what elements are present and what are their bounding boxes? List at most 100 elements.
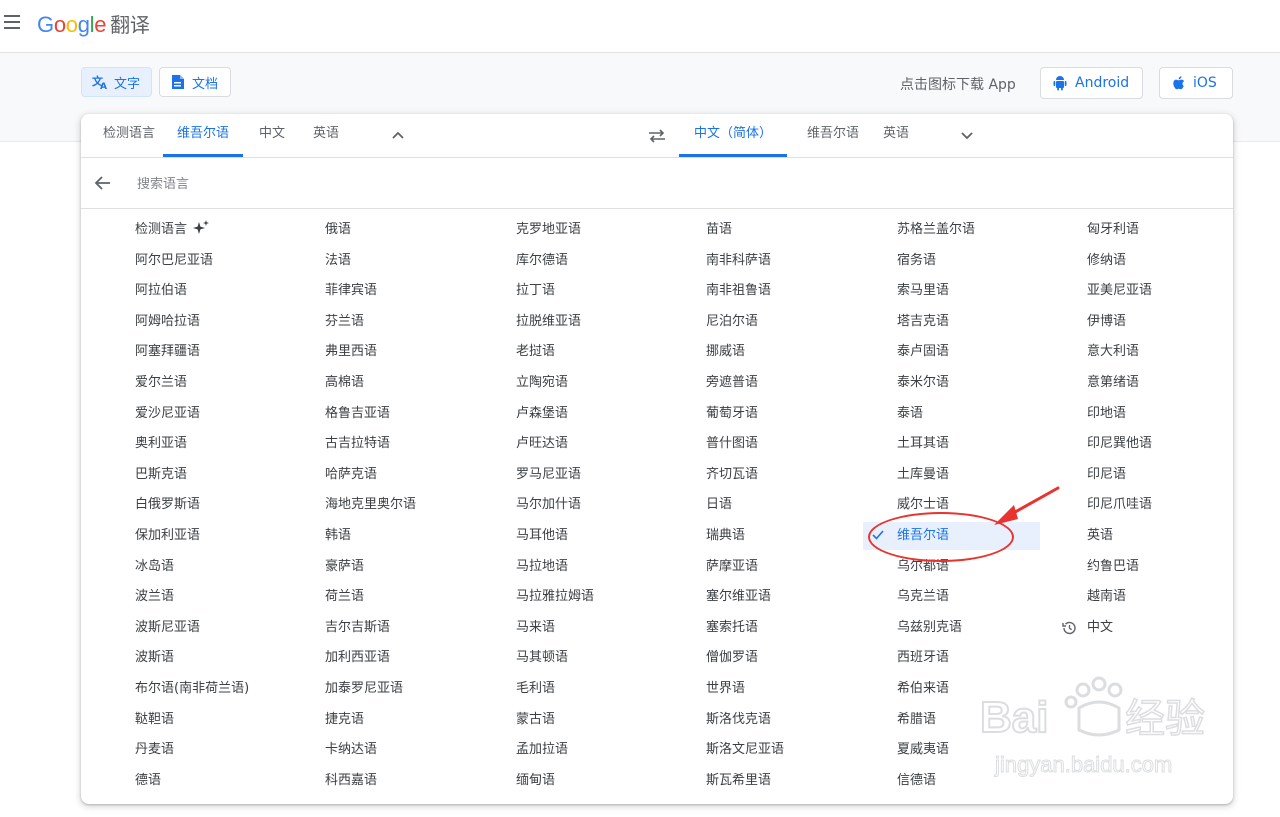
language-option[interactable]: 齐切瓦语 [706, 461, 758, 489]
language-option[interactable]: 老挝语 [516, 338, 555, 366]
language-option[interactable]: 布尔语(南非荷兰语) [135, 675, 249, 703]
language-option[interactable]: 南非科萨语 [706, 247, 771, 275]
language-option[interactable]: 阿塞拜疆语 [135, 338, 200, 366]
language-option[interactable]: 萨摩亚语 [706, 553, 758, 581]
language-option[interactable]: 英语 [1087, 522, 1113, 550]
language-option[interactable]: 弗里西语 [325, 338, 377, 366]
language-option[interactable]: 加泰罗尼亚语 [325, 675, 403, 703]
language-option[interactable]: 丹麦语 [135, 736, 174, 764]
language-option[interactable]: 科西嘉语 [325, 767, 377, 795]
language-option[interactable]: 意大利语 [1087, 338, 1139, 366]
google-translate-logo[interactable]: Google 翻译 [37, 10, 150, 40]
search-language-input[interactable] [135, 168, 639, 200]
language-option[interactable]: 奥利亚语 [135, 430, 187, 458]
language-option[interactable]: 波斯语 [135, 644, 174, 672]
language-option[interactable]: 缅甸语 [516, 767, 555, 795]
language-option[interactable]: 毛利语 [516, 675, 555, 703]
language-option[interactable]: 蒙古语 [516, 706, 555, 734]
language-option[interactable]: 检测语言 [135, 216, 210, 244]
language-option[interactable]: 匈牙利语 [1087, 216, 1139, 244]
language-option[interactable]: 印尼巽他语 [1087, 430, 1152, 458]
language-option[interactable]: 普什图语 [706, 430, 758, 458]
chevron-down-icon[interactable] [959, 127, 975, 143]
language-option[interactable]: 印尼语 [1087, 461, 1126, 489]
language-option[interactable]: 阿拉伯语 [135, 277, 187, 305]
language-option[interactable]: 罗马尼亚语 [516, 461, 581, 489]
language-option[interactable]: 苏格兰盖尔语 [897, 216, 975, 244]
source-tab-uyghur[interactable]: 维吾尔语 [163, 114, 243, 157]
source-tab-detect[interactable]: 检测语言 [89, 114, 169, 157]
language-option[interactable]: 荷兰语 [325, 583, 364, 611]
language-option[interactable]: 俄语 [325, 216, 351, 244]
language-option[interactable]: 世界语 [706, 675, 745, 703]
language-option[interactable]: 瑞典语 [706, 522, 745, 550]
language-option[interactable]: 土库曼语 [897, 461, 949, 489]
language-option[interactable]: 卢旺达语 [516, 430, 568, 458]
target-tab-uyghur[interactable]: 维吾尔语 [793, 114, 873, 157]
language-option[interactable]: 索马里语 [897, 277, 949, 305]
language-option[interactable]: 豪萨语 [325, 553, 364, 581]
language-option[interactable]: 加利西亚语 [325, 644, 390, 672]
language-option[interactable]: 塔吉克语 [897, 308, 949, 336]
android-button[interactable]: Android [1040, 67, 1143, 99]
text-mode-button[interactable]: 文A 文字 [81, 67, 152, 97]
language-option[interactable]: 马拉雅拉姆语 [516, 583, 594, 611]
language-option[interactable]: 马来语 [516, 614, 555, 642]
language-option[interactable]: 南非祖鲁语 [706, 277, 771, 305]
language-option[interactable]: 夏威夷语 [897, 736, 949, 764]
language-option[interactable]: 泰米尔语 [897, 369, 949, 397]
document-mode-button[interactable]: 文档 [159, 67, 231, 97]
language-option[interactable]: 中文 [1061, 614, 1113, 642]
language-option[interactable]: 白俄罗斯语 [135, 491, 200, 519]
language-option[interactable]: 乌克兰语 [897, 583, 949, 611]
language-option[interactable]: 泰语 [897, 400, 923, 428]
language-option[interactable]: 希伯来语 [897, 675, 949, 703]
language-option[interactable]: 捷克语 [325, 706, 364, 734]
language-option[interactable]: 爱尔兰语 [135, 369, 187, 397]
language-option[interactable]: 卡纳达语 [325, 736, 377, 764]
target-tab-chinese-simplified[interactable]: 中文（简体） [679, 114, 787, 157]
language-option[interactable]: 阿姆哈拉语 [135, 308, 200, 336]
language-option[interactable]: 乌兹别克语 [897, 614, 962, 642]
language-option[interactable]: 海地克里奥尔语 [325, 491, 416, 519]
language-option[interactable]: 宿务语 [897, 247, 936, 275]
language-option[interactable]: 越南语 [1087, 583, 1126, 611]
target-tab-english[interactable]: 英语 [873, 114, 919, 157]
language-option[interactable]: 德语 [135, 767, 161, 795]
language-option[interactable]: 冰岛语 [135, 553, 174, 581]
language-option[interactable]: 巴斯克语 [135, 461, 187, 489]
language-option[interactable]: 约鲁巴语 [1087, 553, 1139, 581]
language-option[interactable]: 鞑靼语 [135, 706, 174, 734]
language-option[interactable]: 库尔德语 [516, 247, 568, 275]
language-option[interactable]: 亚美尼亚语 [1087, 277, 1152, 305]
language-option[interactable]: 信德语 [897, 767, 936, 795]
language-option[interactable]: 马耳他语 [516, 522, 568, 550]
language-option[interactable]: 苗语 [706, 216, 732, 244]
language-option[interactable]: 马其顿语 [516, 644, 568, 672]
language-option[interactable]: 塞索托语 [706, 614, 758, 642]
language-option[interactable]: 斯洛伐克语 [706, 706, 771, 734]
language-option[interactable]: 波兰语 [135, 583, 174, 611]
language-option[interactable]: 西班牙语 [897, 644, 949, 672]
language-option[interactable]: 葡萄牙语 [706, 400, 758, 428]
source-tab-chinese[interactable]: 中文 [247, 114, 297, 157]
language-option[interactable]: 马拉地语 [516, 553, 568, 581]
language-option[interactable]: 马尔加什语 [516, 491, 581, 519]
language-option[interactable]: 阿尔巴尼亚语 [135, 247, 213, 275]
language-option[interactable]: 斯洛文尼亚语 [706, 736, 784, 764]
language-option[interactable]: 立陶宛语 [516, 369, 568, 397]
language-option[interactable]: 孟加拉语 [516, 736, 568, 764]
back-arrow-icon[interactable] [93, 173, 113, 193]
language-option[interactable]: 克罗地亚语 [516, 216, 581, 244]
hamburger-menu-icon[interactable] [4, 15, 20, 29]
language-option[interactable]: 格鲁吉亚语 [325, 400, 390, 428]
source-tab-english[interactable]: 英语 [301, 114, 351, 157]
language-option[interactable]: 韩语 [325, 522, 351, 550]
language-option[interactable]: 尼泊尔语 [706, 308, 758, 336]
language-option[interactable]: 爱沙尼亚语 [135, 400, 200, 428]
language-option[interactable]: 伊博语 [1087, 308, 1126, 336]
language-option[interactable]: 僧伽罗语 [706, 644, 758, 672]
language-option[interactable]: 芬兰语 [325, 308, 364, 336]
swap-icon[interactable] [647, 126, 667, 146]
language-option[interactable]: 法语 [325, 247, 351, 275]
